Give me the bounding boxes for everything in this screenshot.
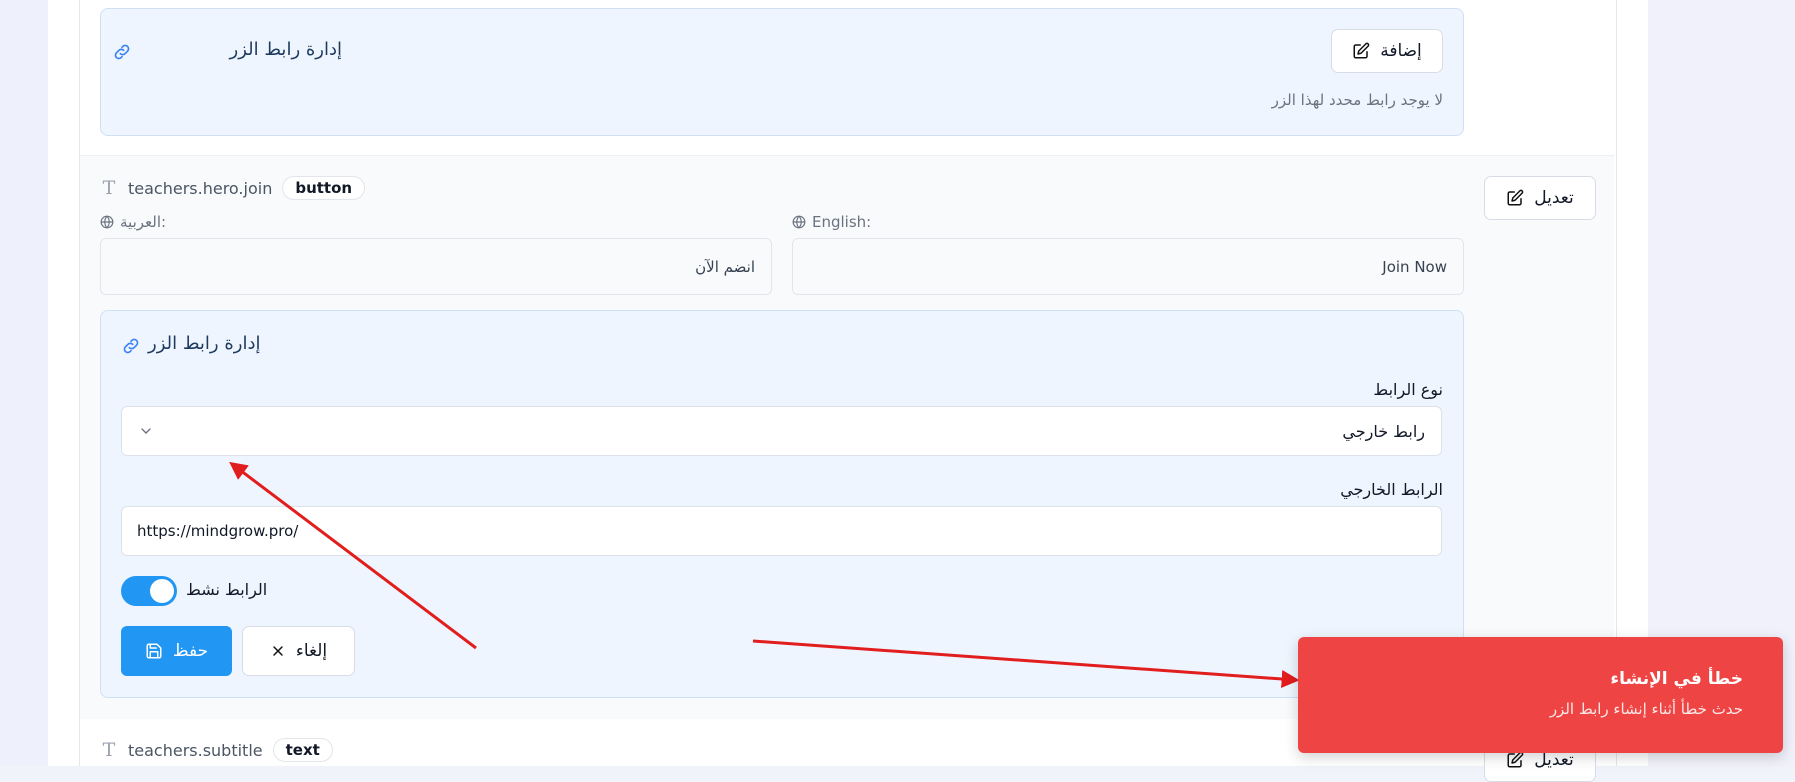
link-type-label: نوع الرابط bbox=[1373, 380, 1443, 399]
edit-button[interactable]: تعديل bbox=[1484, 176, 1596, 220]
toast-description: حدث خطأ أثناء إنشاء رابط الزر bbox=[1549, 700, 1743, 718]
english-label-text: English: bbox=[812, 213, 872, 231]
close-icon bbox=[273, 646, 283, 656]
save-icon bbox=[146, 643, 162, 659]
edit-label: تعديل bbox=[1534, 188, 1574, 208]
save-button[interactable]: حفظ bbox=[121, 626, 232, 676]
save-label: حفظ bbox=[172, 641, 209, 661]
link-manager-title: إدارة رابط الزر bbox=[229, 39, 342, 60]
toast-title: خطأ في الإنشاء bbox=[1610, 669, 1743, 689]
item-key: teachers.hero.join bbox=[128, 178, 273, 198]
english-label: English: bbox=[792, 213, 871, 231]
arabic-label-text: العربية: bbox=[120, 213, 167, 231]
globe-icon bbox=[100, 215, 114, 229]
link-icon bbox=[114, 44, 130, 60]
page-gutter-left bbox=[0, 0, 48, 766]
edit-icon bbox=[1507, 751, 1524, 768]
type-badge: button bbox=[282, 176, 366, 200]
text-type-icon: T bbox=[102, 177, 116, 199]
chevron-down-icon bbox=[141, 428, 151, 434]
no-link-text: لا يوجد رابط محدد لهذا الزر bbox=[1271, 91, 1443, 109]
external-url-input[interactable]: https://mindgrow.pro/ bbox=[121, 506, 1442, 556]
item-key: teachers.subtitle bbox=[128, 740, 263, 760]
cancel-button[interactable]: إلغاء bbox=[242, 626, 355, 676]
link-manager-empty: إدارة رابط الزر إضافة لا يوجد رابط محدد … bbox=[100, 8, 1464, 136]
cancel-label: إلغاء bbox=[295, 641, 328, 661]
toggle-knob bbox=[150, 579, 174, 603]
external-url-label: الرابط الخارجي bbox=[1340, 480, 1443, 499]
link-active-toggle[interactable] bbox=[121, 576, 177, 606]
link-type-value: رابط خارجي bbox=[1342, 421, 1425, 441]
edit-icon bbox=[1507, 189, 1524, 206]
link-editor-title: إدارة رابط الزر bbox=[148, 333, 261, 354]
type-badge: text bbox=[272, 738, 333, 762]
arabic-label: العربية: bbox=[100, 213, 166, 231]
item-key-line: T teachers.subtitle text bbox=[100, 738, 333, 762]
arabic-value: انضم الآن bbox=[695, 257, 755, 276]
link-type-select[interactable]: رابط خارجي bbox=[121, 406, 1442, 456]
arabic-value-field: انضم الآن bbox=[100, 238, 772, 295]
item-key-line: T teachers.hero.join button bbox=[100, 176, 366, 200]
link-active-label: الرابط نشط bbox=[186, 580, 268, 599]
edit-icon bbox=[1353, 42, 1370, 59]
error-toast[interactable]: خطأ في الإنشاء حدث خطأ أثناء إنشاء رابط … bbox=[1298, 637, 1783, 753]
english-value-field: Join Now bbox=[792, 238, 1464, 295]
link-icon bbox=[123, 338, 139, 354]
add-link-button[interactable]: إضافة bbox=[1331, 29, 1443, 73]
text-type-icon: T bbox=[102, 739, 116, 761]
external-url-value: https://mindgrow.pro/ bbox=[137, 522, 299, 540]
add-label: إضافة bbox=[1380, 41, 1422, 61]
english-value: Join Now bbox=[1382, 257, 1447, 276]
globe-icon bbox=[792, 215, 806, 229]
edit-label: تعديل bbox=[1534, 750, 1574, 770]
